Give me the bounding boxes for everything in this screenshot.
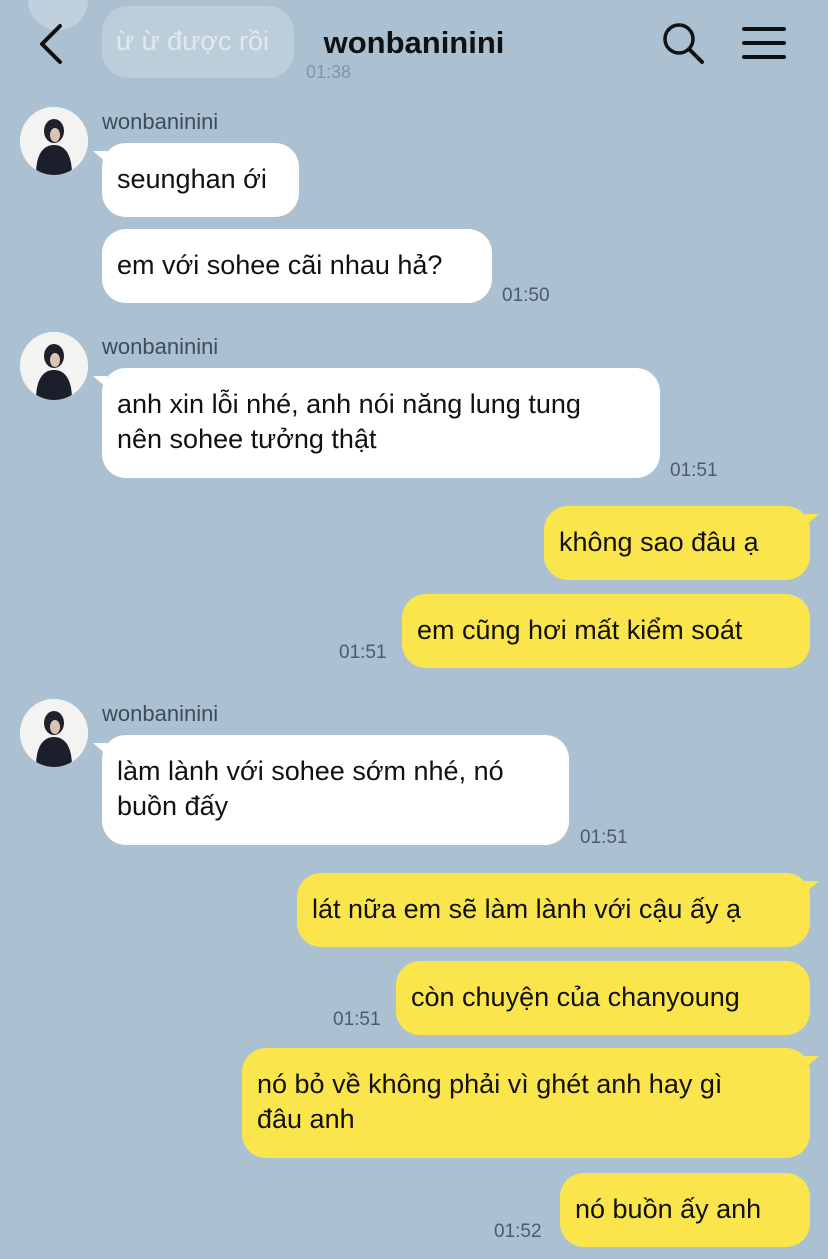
incoming-message-bubble[interactable]: làm lành với sohee sớm nhé, nó buồn đấy: [93, 735, 569, 845]
message-time: 01:51: [580, 827, 628, 848]
sender-name: wonbaninini: [102, 334, 219, 359]
outgoing-message-bubble[interactable]: nó bỏ về không phải vì ghét anh hay gì đ…: [242, 1048, 819, 1158]
message-text-line: anh xin lỗi nhé, anh nói năng lung tung: [117, 389, 581, 419]
message-time: 01:51: [333, 1009, 381, 1030]
message-time: 01:50: [502, 285, 550, 306]
sender-name: wonbaninini: [102, 109, 219, 134]
profile-photo: [20, 332, 88, 400]
outgoing-message-bubble[interactable]: lát nữa em sẽ làm lành với cậu ấy ạ: [297, 873, 819, 947]
outgoing-message-bubble[interactable]: còn chuyện của chanyoung: [396, 961, 810, 1035]
message-text-line: nó bỏ về không phải vì ghét anh hay gì: [257, 1069, 723, 1099]
search-icon: [663, 23, 704, 64]
message-text-line: buồn đấy: [117, 791, 229, 821]
incoming-message-bubble[interactable]: seunghan ới: [93, 143, 299, 217]
message-text: em cũng hơi mất kiểm soát: [417, 615, 743, 645]
message-time: 01:51: [670, 460, 718, 481]
search-button[interactable]: [660, 20, 706, 66]
avatar[interactable]: [20, 332, 88, 400]
menu-button[interactable]: [740, 22, 788, 64]
message-text: seunghan ới: [117, 164, 267, 194]
previous-message-time: 01:38: [306, 62, 352, 82]
message-text: không sao đâu ạ: [559, 527, 759, 557]
chat-header: ừ ừ được rồi 01:38 wonbaninini: [0, 0, 828, 90]
message-text: còn chuyện của chanyoung: [411, 982, 740, 1012]
incoming-message-bubble[interactable]: em với sohee cãi nhau hả?: [102, 229, 492, 303]
profile-photo: [20, 107, 88, 175]
message-text: nó buồn ấy anh: [575, 1194, 762, 1224]
hamburger-menu-icon: [742, 27, 786, 59]
profile-photo: [20, 699, 88, 767]
message-text-line: làm lành với sohee sớm nhé, nó: [117, 756, 504, 786]
outgoing-message-bubble[interactable]: không sao đâu ạ: [544, 506, 819, 580]
message-text-line: đâu anh: [257, 1104, 355, 1134]
avatar[interactable]: [20, 107, 88, 175]
incoming-message-bubble[interactable]: anh xin lỗi nhé, anh nói năng lung tung …: [93, 368, 660, 478]
message-text: lát nữa em sẽ làm lành với cậu ấy ạ: [312, 894, 741, 924]
sender-name: wonbaninini: [102, 701, 219, 726]
message-time: 01:51: [339, 642, 387, 663]
message-text: em với sohee cãi nhau hả?: [117, 250, 443, 280]
outgoing-message-bubble[interactable]: em cũng hơi mất kiểm soát: [402, 594, 810, 668]
outgoing-message-bubble[interactable]: nó buồn ấy anh: [560, 1173, 810, 1247]
message-time: 01:52: [494, 1221, 542, 1242]
avatar[interactable]: [20, 699, 88, 767]
message-text-line: nên sohee tưởng thật: [117, 424, 377, 454]
